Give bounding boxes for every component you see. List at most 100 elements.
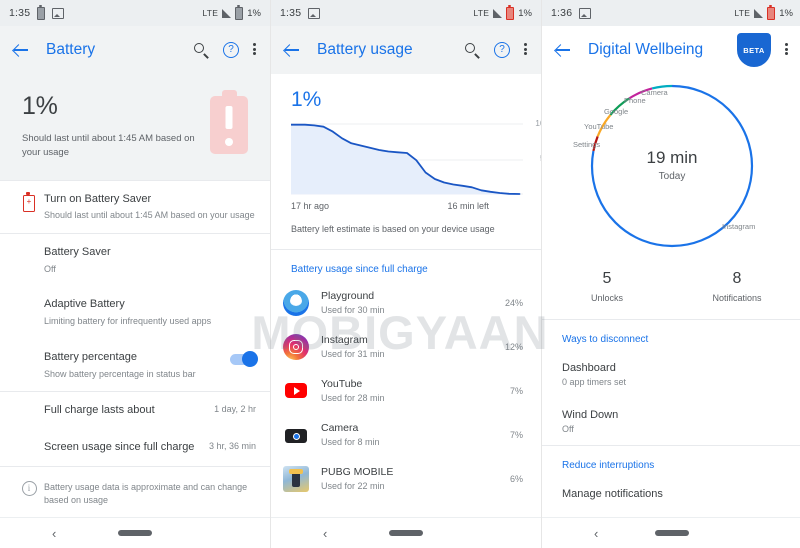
status-bar-left: 1:35: [9, 4, 65, 20]
network-label: LTE: [202, 8, 219, 18]
status-bar-left: 1:36: [551, 7, 592, 19]
battery-percent-label: 1%: [779, 7, 793, 19]
app-bar-actions: BETA: [737, 33, 792, 67]
x-tick-start: 17 hr ago: [291, 201, 330, 211]
status-bar-right: LTE 1%: [202, 4, 261, 20]
nav-back-icon[interactable]: ‹: [323, 527, 327, 540]
app-name: Playground: [321, 290, 375, 303]
list-item-body: YouTube Used for 28 min: [321, 378, 510, 403]
row-icon-slot: [14, 245, 44, 248]
navigation-bar: ‹: [271, 517, 541, 548]
stat-screen-usage[interactable]: Screen usage since full charge 3 hr, 36 …: [0, 429, 270, 466]
status-bar-left: 1:35: [280, 7, 321, 19]
page-title: Battery usage: [317, 41, 413, 58]
overflow-menu-icon[interactable]: [524, 42, 528, 58]
nav-home-pill[interactable]: [118, 530, 152, 536]
screenshot-root: 1:35 LTE 1% Battery ? 1% Should last unt…: [0, 0, 800, 548]
battery-level-icon: [506, 4, 515, 20]
help-icon[interactable]: ?: [223, 42, 239, 58]
row-title: Manage notifications: [562, 488, 663, 500]
nav-home-pill[interactable]: [655, 530, 689, 536]
status-bar-right: LTE 1%: [473, 4, 532, 20]
stat-notifications[interactable]: 8 Notifications: [672, 270, 800, 303]
row-icon-slot: [14, 297, 44, 300]
app-name: PUBG MOBILE: [321, 466, 394, 479]
list-item[interactable]: Camera Used for 8 min 7%: [271, 413, 541, 457]
row-title: Adaptive Battery: [44, 298, 125, 311]
app-battery-percent: 24%: [504, 297, 523, 308]
battery-percent-label: 1%: [247, 7, 261, 19]
row-icon-slot: [14, 192, 44, 212]
section-header-usage[interactable]: Battery usage since full charge: [271, 250, 541, 281]
back-icon[interactable]: [552, 39, 574, 61]
app-name: Camera: [321, 422, 359, 435]
instagram-icon: [283, 333, 309, 360]
setting-battery-percentage[interactable]: Battery percentage Show battery percenta…: [0, 338, 270, 392]
arc-label-phone: Phone: [624, 96, 646, 105]
setting-dashboard[interactable]: Dashboard 0 app timers set: [542, 351, 800, 398]
battery-saver-promo-row[interactable]: Turn on Battery Saver Should last until …: [0, 180, 270, 233]
row-subtitle: Show battery percentage in status bar: [44, 368, 196, 379]
list-item[interactable]: YouTube Used for 28 min 7%: [271, 369, 541, 413]
battery-footnote: Battery usage data is approximate and ca…: [44, 481, 248, 505]
beta-label: BETA: [743, 45, 765, 55]
list-item[interactable]: Playground Used for 30 min 24%: [271, 281, 541, 325]
row-body: Battery percentage Show battery percenta…: [44, 350, 230, 380]
help-icon[interactable]: ?: [494, 42, 510, 58]
list-item[interactable]: Instagram Used for 31 min 12%: [271, 325, 541, 369]
app-usage-time: Used for 22 min: [321, 480, 385, 491]
camera-icon: [283, 421, 309, 448]
beta-badge[interactable]: BETA: [737, 33, 771, 67]
battery-percentage-toggle[interactable]: [230, 350, 258, 367]
search-icon[interactable]: [194, 42, 209, 58]
back-icon[interactable]: [10, 39, 32, 61]
setting-wind-down[interactable]: Wind Down Off: [542, 398, 800, 445]
section-header-ways-to-disconnect[interactable]: Ways to disconnect: [542, 320, 800, 351]
donut-center-text: 19 min Today: [542, 148, 800, 182]
setting-battery-saver[interactable]: Battery Saver Off: [0, 233, 270, 287]
battery-footnote-row: i Battery usage data is approximate and …: [0, 466, 270, 518]
app-battery-percent: 7%: [509, 429, 523, 440]
overflow-menu-icon[interactable]: [785, 42, 789, 58]
search-icon[interactable]: [465, 42, 480, 58]
nav-home-pill[interactable]: [389, 530, 423, 536]
arc-label-youtube: YouTube: [584, 122, 614, 131]
app-battery-percent: 6%: [509, 473, 523, 484]
row-title: Dashboard: [562, 362, 616, 374]
section-header-reduce-interruptions[interactable]: Reduce interruptions: [542, 446, 800, 477]
setting-adaptive-battery[interactable]: Adaptive Battery Limiting battery for in…: [0, 286, 270, 339]
screenshot-icon: [308, 7, 321, 19]
stat-label: Unlocks: [590, 293, 623, 303]
battery-estimate: Should last until about 1:45 AM based on…: [22, 133, 195, 158]
navigation-bar: ‹: [542, 517, 800, 548]
chart-note: Battery left estimate is based on your d…: [291, 224, 495, 234]
back-icon[interactable]: [281, 39, 303, 61]
x-tick-end: 16 min left: [447, 201, 489, 211]
info-icon: i: [21, 480, 37, 496]
app-bar-actions: ?: [194, 42, 260, 58]
row-icon-slot: [14, 440, 44, 443]
chart-x-axis: 17 hr ago 16 min left: [291, 201, 489, 211]
nav-back-icon[interactable]: ‹: [52, 527, 56, 540]
stat-full-charge[interactable]: Full charge lasts about 1 day, 2 hr: [0, 392, 270, 430]
list-item[interactable]: PUBG MOBILE Used for 22 min 6%: [271, 457, 541, 501]
stat-value: 8: [732, 270, 742, 287]
status-bar: 1:36 LTE 1%: [542, 0, 800, 26]
app-usage-time: Used for 30 min: [321, 304, 385, 315]
row-value: 1 day, 2 hr: [214, 404, 256, 415]
row-subtitle: 0 app timers set: [562, 377, 627, 387]
stat-unlocks[interactable]: 5 Unlocks: [542, 270, 672, 303]
battery-level-icon: [235, 4, 244, 20]
pubg-icon: [283, 465, 309, 492]
row-icon-slot: [14, 350, 44, 353]
overflow-menu-icon[interactable]: [253, 42, 257, 58]
battery-low-icon: [210, 90, 248, 154]
row-subtitle: Should last until about 1:45 AM based on…: [44, 210, 255, 221]
status-time: 1:36: [551, 7, 573, 19]
app-usage-time: Used for 8 min: [321, 436, 380, 447]
nav-back-icon[interactable]: ‹: [594, 527, 598, 540]
signal-icon: [493, 8, 503, 18]
setting-manage-notifications[interactable]: Manage notifications: [542, 477, 800, 511]
screen-time-donut-chart[interactable]: 19 min Today Camera Phone Google YouTube…: [542, 74, 800, 270]
app-usage-time: Used for 31 min: [321, 348, 385, 359]
